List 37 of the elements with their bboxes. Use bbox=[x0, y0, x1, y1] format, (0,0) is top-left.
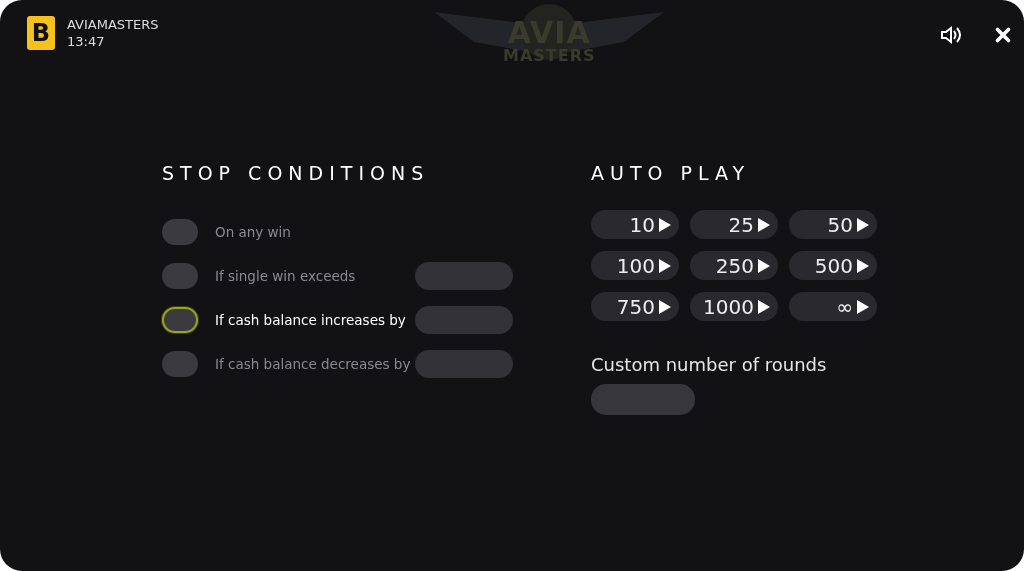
rounds-button[interactable]: 250 bbox=[690, 251, 778, 280]
rounds-button[interactable]: ∞ bbox=[789, 292, 877, 321]
play-icon bbox=[758, 299, 770, 314]
play-icon bbox=[758, 217, 770, 232]
brand-logo: B bbox=[27, 16, 55, 50]
rounds-button[interactable]: 25 bbox=[690, 210, 778, 239]
rounds-button[interactable]: 50 bbox=[789, 210, 877, 239]
condition-label: On any win bbox=[215, 224, 292, 240]
amount-field[interactable] bbox=[415, 306, 513, 334]
rounds-input[interactable] bbox=[591, 384, 695, 415]
play-icon bbox=[659, 217, 671, 232]
toggle-switch[interactable] bbox=[162, 219, 198, 245]
play-icon bbox=[758, 258, 770, 273]
play-icon bbox=[857, 299, 869, 314]
speaker-icon[interactable] bbox=[940, 25, 962, 45]
condition-label: If cash balance increases by bbox=[215, 312, 407, 328]
play-icon bbox=[857, 217, 869, 232]
section-title: STOP CONDITIONS bbox=[162, 162, 431, 184]
rounds-button[interactable]: 1000 bbox=[690, 292, 778, 321]
clock-time: 13:47 bbox=[67, 33, 106, 50]
play-icon bbox=[659, 258, 671, 273]
section-title: AUTO PLAY bbox=[591, 162, 752, 184]
play-icon bbox=[857, 258, 869, 273]
amount-field[interactable] bbox=[415, 262, 513, 290]
condition-label: If cash balance decreases by bbox=[215, 356, 412, 372]
toggle-switch[interactable] bbox=[162, 307, 198, 333]
amount-field[interactable] bbox=[415, 350, 513, 378]
play-icon bbox=[659, 299, 671, 314]
toggle-switch[interactable] bbox=[162, 351, 198, 377]
rounds-button[interactable]: 500 bbox=[789, 251, 877, 280]
rounds-button[interactable]: 10 bbox=[591, 210, 679, 239]
toggle-switch[interactable] bbox=[162, 263, 198, 289]
custom-rounds-label: Custom number of rounds bbox=[591, 354, 828, 375]
rounds-button[interactable]: 750 bbox=[591, 292, 679, 321]
condition-label: If single win exceeds bbox=[215, 268, 357, 284]
game-name: AVIAMASTERS bbox=[67, 16, 159, 33]
rounds-button[interactable]: 100 bbox=[591, 251, 679, 280]
